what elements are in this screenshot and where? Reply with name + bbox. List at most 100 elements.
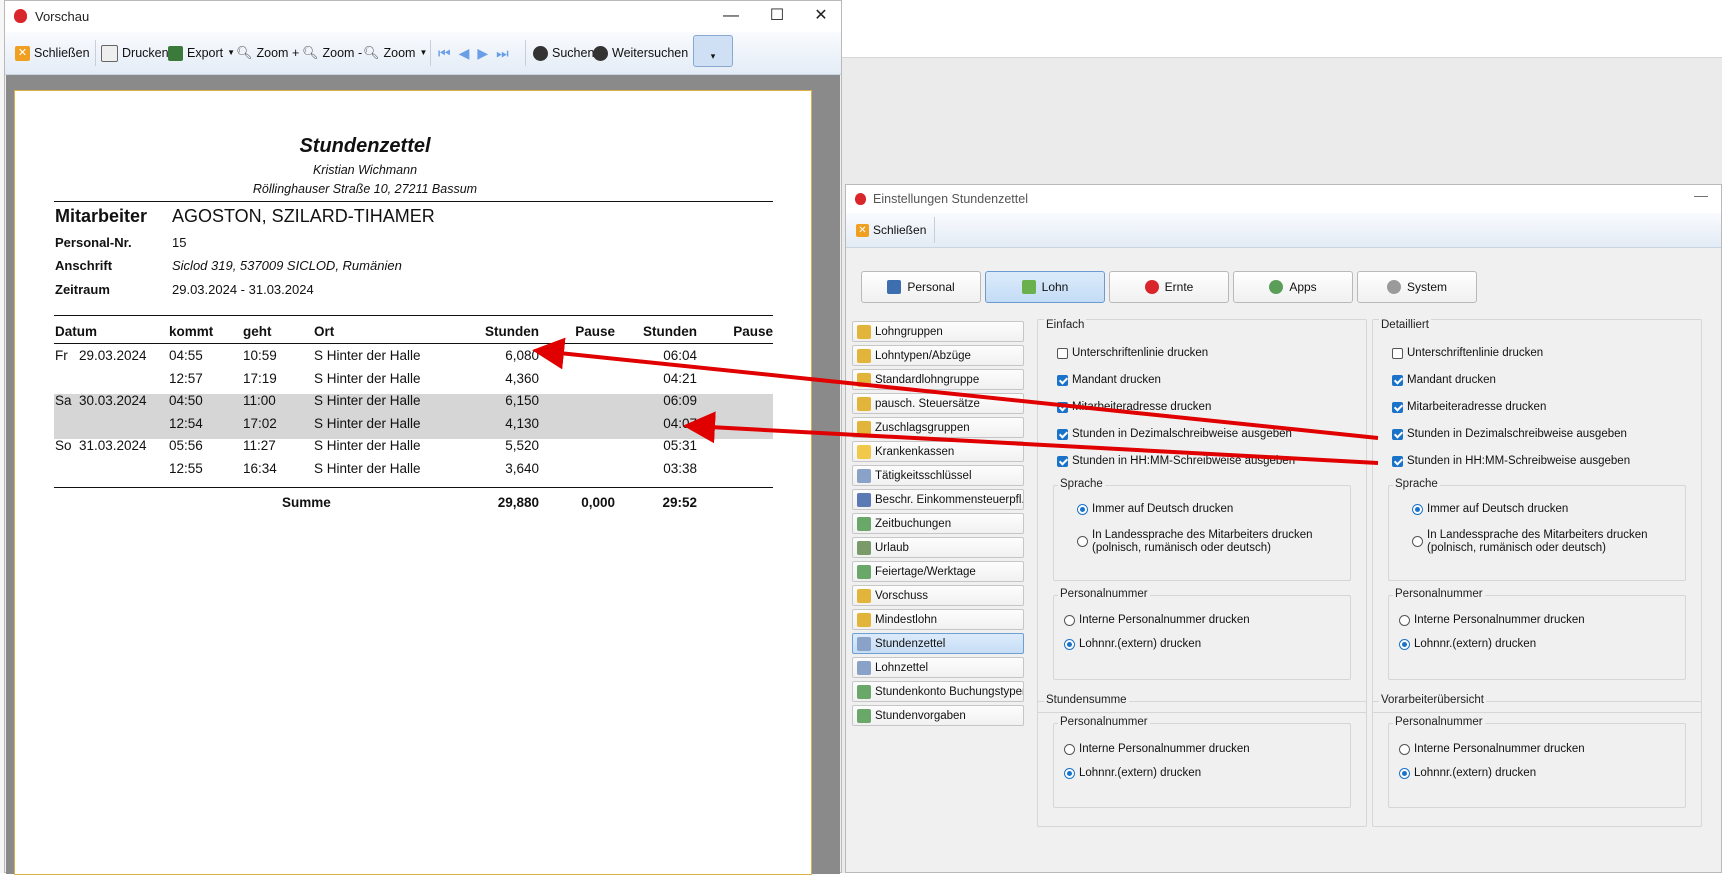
checkbox[interactable] bbox=[1392, 402, 1403, 413]
einfach-sig-line-checkbox[interactable]: Unterschriftenlinie drucken bbox=[1057, 347, 1208, 359]
zoom-out-button[interactable]: 🔍︎ Zoom - bbox=[302, 40, 362, 66]
detailliert-hhmm-checkbox[interactable]: Stunden in HH:MM-Schreibweise ausgeben bbox=[1392, 455, 1630, 467]
nav-item-tätigkeitsschlüssel[interactable]: Tätigkeitsschlüssel bbox=[852, 465, 1024, 486]
toolbar-separator bbox=[95, 40, 96, 66]
checkbox[interactable] bbox=[1057, 402, 1068, 413]
search-button[interactable]: Suchen bbox=[533, 40, 594, 66]
nav-item-stundenkonto-buchungstypen[interactable]: Stundenkonto Buchungstypen bbox=[852, 681, 1024, 702]
einfach-dezimal-checkbox[interactable]: Stunden in Dezimalschreibweise ausgeben bbox=[1057, 428, 1292, 440]
radio-label: Lohnnr.(extern) drucken bbox=[1414, 638, 1537, 650]
checkbox[interactable] bbox=[1057, 348, 1068, 359]
checkbox[interactable] bbox=[1392, 375, 1403, 386]
detailliert-pn-extern-radio[interactable]: Lohnnr.(extern) drucken bbox=[1399, 638, 1536, 650]
einfach-sprache-landessprache-radio[interactable]: In Landessprache des Mitarbeiters drucke… bbox=[1077, 529, 1313, 555]
radio[interactable] bbox=[1064, 768, 1075, 779]
nav-item-lohnzettel[interactable]: Lohnzettel bbox=[852, 657, 1024, 678]
people-icon bbox=[887, 280, 902, 294]
tab-ernte[interactable]: Ernte bbox=[1109, 271, 1229, 303]
einfach-hhmm-checkbox[interactable]: Stunden in HH:MM-Schreibweise ausgeben bbox=[1057, 455, 1295, 467]
close-icon[interactable]: ✕ bbox=[801, 1, 841, 31]
nav-item-standardlohngruppe[interactable]: Standardlohngruppe bbox=[852, 369, 1024, 390]
export-button[interactable]: Export ▼ bbox=[168, 40, 235, 66]
tab-lohn[interactable]: Lohn bbox=[985, 271, 1105, 303]
desktop-top-area bbox=[842, 0, 1722, 58]
nav-item-stundenzettel[interactable]: Stundenzettel bbox=[852, 633, 1024, 654]
checkbox[interactable] bbox=[1057, 429, 1068, 440]
nav-item-mindestlohn[interactable]: Mindestlohn bbox=[852, 609, 1024, 630]
radio[interactable] bbox=[1399, 615, 1410, 626]
nav-item-stundenvorgaben[interactable]: Stundenvorgaben bbox=[852, 705, 1024, 726]
detailliert-sig-line-checkbox[interactable]: Unterschriftenlinie drucken bbox=[1392, 347, 1543, 359]
einfach-mandant-checkbox[interactable]: Mandant drucken bbox=[1057, 374, 1161, 386]
checkbox-label: Unterschriftenlinie drucken bbox=[1407, 347, 1544, 359]
nav-item-feiertage-werktage[interactable]: Feiertage/Werktage bbox=[852, 561, 1024, 582]
einfach-pn-intern-radio[interactable]: Interne Personalnummer drucken bbox=[1064, 614, 1250, 626]
nav-item-vorschuss[interactable]: Vorschuss bbox=[852, 585, 1024, 606]
einfach-mitarbeiteradresse-checkbox[interactable]: Mitarbeiteradresse drucken bbox=[1057, 401, 1211, 413]
checkbox[interactable] bbox=[1392, 348, 1403, 359]
radio[interactable] bbox=[1077, 536, 1088, 547]
radio[interactable] bbox=[1064, 615, 1075, 626]
radio[interactable] bbox=[1412, 536, 1423, 547]
einfach-pn-extern-radio[interactable]: Lohnnr.(extern) drucken bbox=[1064, 638, 1201, 650]
detailliert-dezimal-checkbox[interactable]: Stunden in Dezimalschreibweise ausgeben bbox=[1392, 428, 1627, 440]
stundensumme-pn-intern-radio[interactable]: Interne Personalnummer drucken bbox=[1064, 743, 1250, 755]
nav-item-lohngruppen[interactable]: Lohngruppen bbox=[852, 321, 1024, 342]
radio[interactable] bbox=[1399, 768, 1410, 779]
nav-item-label: Lohngruppen bbox=[875, 325, 943, 338]
maximize-icon[interactable]: ☐ bbox=[757, 1, 797, 31]
close-button[interactable]: ✕ Schließen bbox=[15, 40, 90, 66]
toolbar-overflow-button[interactable]: ▾ bbox=[693, 35, 733, 67]
sum-stunden-hm: 29:52 bbox=[662, 495, 697, 510]
einfach-sprache-deutsch-radio[interactable]: Immer auf Deutsch drucken bbox=[1077, 503, 1233, 515]
radio-label: In Landessprache des Mitarbeiters drucke… bbox=[1092, 529, 1313, 541]
radio[interactable] bbox=[1412, 504, 1423, 515]
report-title: Stundenzettel bbox=[299, 135, 431, 157]
checkbox[interactable] bbox=[1057, 375, 1068, 386]
detailliert-mitarbeiteradresse-checkbox[interactable]: Mitarbeiteradresse drucken bbox=[1392, 401, 1546, 413]
nav-item-pausch-steuersätze[interactable]: pausch. Steuersätze bbox=[852, 393, 1024, 414]
tab-personal[interactable]: Personal bbox=[861, 271, 981, 303]
nav-item-zuschlagsgruppen[interactable]: Zuschlagsgruppen bbox=[852, 417, 1024, 438]
next-page-icon[interactable]: ▶ bbox=[477, 40, 488, 66]
nav-item-icon bbox=[857, 660, 871, 675]
last-page-icon[interactable]: ⏭ bbox=[496, 40, 509, 66]
detailliert-sprache-deutsch-radio[interactable]: Immer auf Deutsch drucken bbox=[1412, 503, 1568, 515]
detailliert-pn-intern-radio[interactable]: Interne Personalnummer drucken bbox=[1399, 614, 1585, 626]
detailliert-sprache-landessprache-radio[interactable]: In Landessprache des Mitarbeiters drucke… bbox=[1412, 529, 1648, 555]
radio[interactable] bbox=[1077, 504, 1088, 515]
radio[interactable] bbox=[1064, 639, 1075, 650]
checkbox[interactable] bbox=[1057, 456, 1068, 467]
tab-apps[interactable]: Apps bbox=[1233, 271, 1353, 303]
radio[interactable] bbox=[1399, 744, 1410, 755]
checkbox[interactable] bbox=[1392, 456, 1403, 467]
print-button[interactable]: Drucken bbox=[101, 40, 169, 66]
settings-close-button[interactable]: ✕ Schließen bbox=[856, 217, 926, 243]
nav-item-zeitbuchungen[interactable]: Zeitbuchungen bbox=[852, 513, 1024, 534]
checkbox[interactable] bbox=[1392, 429, 1403, 440]
first-page-icon[interactable]: ⏮ bbox=[438, 40, 451, 66]
detailliert-mandant-checkbox[interactable]: Mandant drucken bbox=[1392, 374, 1496, 386]
search-next-button[interactable]: Weitersuchen bbox=[593, 40, 688, 66]
cell-kommt: 04:50 bbox=[169, 393, 203, 408]
minimize-icon[interactable]: — bbox=[1694, 187, 1708, 203]
company-address: Röllinghauser Straße 10, 27211 Bassum bbox=[252, 182, 478, 196]
vorarbeiter-pn-intern-radio[interactable]: Interne Personalnummer drucken bbox=[1399, 743, 1585, 755]
zoom-dropdown[interactable]: 🔍︎ Zoom ▼ bbox=[363, 40, 427, 66]
nav-item-krankenkassen[interactable]: Krankenkassen bbox=[852, 441, 1024, 462]
minimize-icon[interactable]: — bbox=[711, 1, 751, 31]
radio-label-sub: (polnisch, rumänisch oder deutsch) bbox=[1427, 542, 1606, 554]
stundensumme-pn-extern-radio[interactable]: Lohnnr.(extern) drucken bbox=[1064, 767, 1201, 779]
vorarbeiter-pn-extern-radio[interactable]: Lohnnr.(extern) drucken bbox=[1399, 767, 1536, 779]
radio[interactable] bbox=[1399, 639, 1410, 650]
printer-icon bbox=[101, 44, 118, 62]
nav-item-lohntypen-abzüge[interactable]: Lohntypen/Abzüge bbox=[852, 345, 1024, 366]
nav-item-beschr-einkommensteuerpfl[interactable]: Beschr. Einkommensteuerpfl. bbox=[852, 489, 1024, 510]
report-page: Stundenzettel Kristian Wichmann Röllingh… bbox=[14, 90, 812, 875]
nav-item-icon bbox=[857, 588, 871, 603]
radio[interactable] bbox=[1064, 744, 1075, 755]
prev-page-icon[interactable]: ◀ bbox=[459, 40, 470, 66]
tab-system[interactable]: System bbox=[1357, 271, 1477, 303]
nav-item-urlaub[interactable]: Urlaub bbox=[852, 537, 1024, 558]
zoom-in-button[interactable]: 🔍︎ Zoom + bbox=[236, 40, 299, 66]
